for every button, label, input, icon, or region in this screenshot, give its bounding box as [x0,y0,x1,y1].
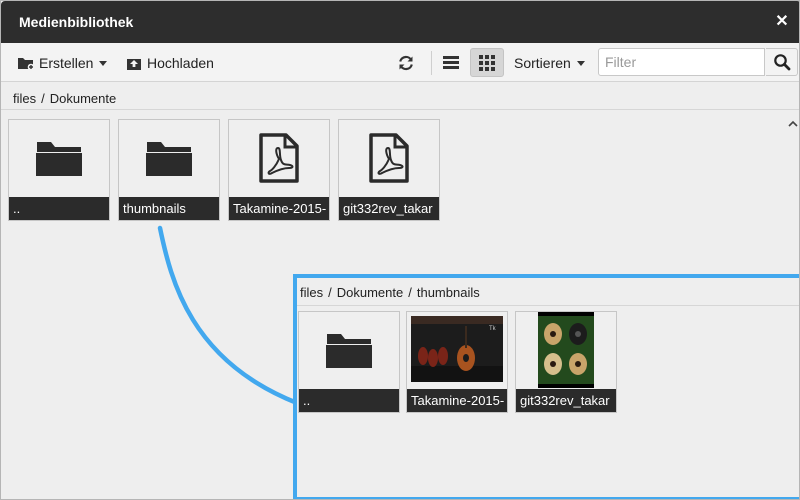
file-tile-label: Takamine-2015- [407,389,507,412]
guitar-photo-thumbnail [538,312,594,388]
media-library-dialog: Medienbibliothek ✕ Erstellen Hochladen S… [0,0,800,500]
breadcrumb-separator: / [408,285,412,300]
image-tile[interactable]: Tk Takamine-2015- [406,311,508,413]
inset-breadcrumb: files / Dokumente / thumbnails [300,285,480,300]
guitar-photo-thumbnail: Tk [411,316,503,382]
folder-icon [299,312,399,388]
svg-text:Tk: Tk [489,326,497,332]
file-tile-label: .. [299,389,399,412]
breadcrumb-item-dokumente[interactable]: Dokumente [337,285,403,300]
file-tile-label: git332rev_takar [516,389,616,412]
breadcrumb-item-files[interactable]: files [300,285,323,300]
thumbnails-preview-panel: files / Dokumente / thumbnails .. Tk Tak… [293,274,799,499]
file-tile-parent[interactable]: .. [298,311,400,413]
breadcrumb-item-thumbnails[interactable]: thumbnails [417,285,480,300]
breadcrumb-separator: / [328,285,332,300]
image-tile[interactable]: git332rev_takar [515,311,617,413]
